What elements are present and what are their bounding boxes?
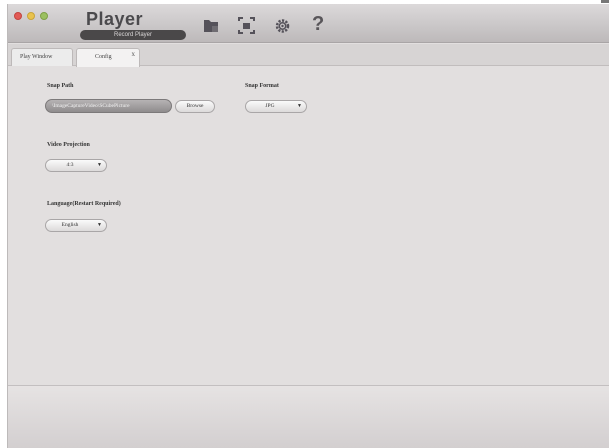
snap-format-value: JPG [265,103,275,109]
chevron-down-icon: ▼ [97,163,102,168]
player-window: Player Record Player ? Play Window Confi… [7,4,609,448]
folder-icon[interactable] [203,17,220,35]
language-label: Language(Restart Required) [47,201,121,207]
snap-path-field[interactable]: \ImageCaptureVideo\SCubePicture [45,99,172,113]
gear-icon[interactable] [274,17,291,35]
video-projection-select[interactable]: 4:3 ▼ [45,159,107,172]
language-value: English [61,222,79,228]
maximize-window-button[interactable] [40,12,48,20]
resize-grip[interactable] [601,0,609,3]
snap-format-select[interactable]: JPG ▼ [245,100,307,113]
help-icon[interactable]: ? [312,14,326,34]
capture-icon[interactable] [238,17,255,35]
title-bar: Player Record Player ? [8,4,609,43]
browse-button[interactable]: Browse [175,100,215,113]
language-select[interactable]: English ▼ [45,219,107,232]
tab-play-window[interactable]: Play Window [11,48,73,66]
tab-config[interactable]: Config x [76,48,140,67]
tab-label: Config [95,54,112,60]
video-projection-label: Video Projection [47,142,90,148]
bottom-bar [8,385,609,448]
minimize-window-button[interactable] [27,12,35,20]
snap-format-label: Snap Format [245,83,279,89]
snap-path-label: Snap Path [47,83,74,89]
tab-label: Play Window [20,54,53,60]
chevron-down-icon: ▼ [97,223,102,228]
close-tab-icon[interactable]: x [132,46,136,62]
close-window-button[interactable] [14,12,22,20]
tab-strip: Play Window Config x [8,44,609,67]
chevron-down-icon: ▼ [297,104,302,109]
video-projection-value: 4:3 [66,162,74,168]
config-panel: Snap Path \ImageCaptureVideo\SCubePictur… [8,67,609,385]
app-subtitle: Record Player [80,30,186,40]
app-title: Player [86,9,144,29]
